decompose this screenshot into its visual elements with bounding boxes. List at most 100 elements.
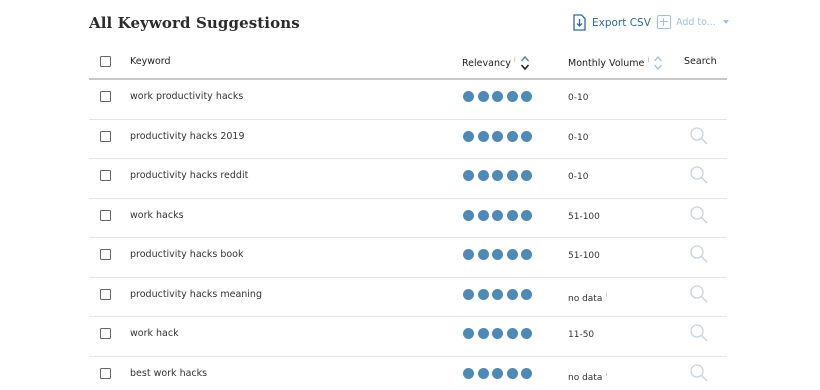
relevancy-rating xyxy=(463,91,532,102)
relevancy-dot xyxy=(521,130,532,142)
relevancy-dot xyxy=(521,288,532,300)
relevancy-dot xyxy=(521,249,532,260)
monthly-volume-value: 51-100 xyxy=(568,251,600,261)
search-icon[interactable] xyxy=(689,244,709,264)
relevancy-rating xyxy=(463,130,532,142)
export-csv-button[interactable]: Export CSV xyxy=(573,14,651,31)
monthly-volume-info-icon[interactable]: i xyxy=(647,56,649,64)
relevancy-dot xyxy=(477,288,489,300)
keyword-text: best work hacks xyxy=(130,367,208,379)
relevancy-info-icon[interactable]: i xyxy=(514,56,516,64)
relevancy-dot xyxy=(506,209,518,221)
row-checkbox[interactable] xyxy=(100,249,111,260)
keyword-text: productivity hacks 2019 xyxy=(130,130,245,142)
relevancy-dot xyxy=(506,130,518,142)
export-csv-label: Export CSV xyxy=(592,16,651,29)
search-icon[interactable] xyxy=(689,323,709,343)
relevancy-dot xyxy=(477,249,489,260)
relevancy-rating xyxy=(463,367,532,379)
column-header-monthly-volume[interactable]: Monthly Volume i xyxy=(568,56,649,69)
volume-text: 11-50 xyxy=(568,330,595,340)
relevancy-dot xyxy=(477,170,489,181)
relevancy-dot xyxy=(477,328,489,339)
table-row: productivity hacks reddit 0-10 xyxy=(89,159,727,199)
add-to-dropdown[interactable]: Add to... xyxy=(657,15,729,29)
search-icon[interactable] xyxy=(689,126,709,146)
search-icon[interactable] xyxy=(689,363,709,383)
volume-text: 0-10 xyxy=(568,93,589,103)
relevancy-dot xyxy=(463,328,474,339)
table-row: work productivity hacks 0-10 xyxy=(89,80,727,120)
relevancy-dot xyxy=(463,91,474,102)
relevancy-dot xyxy=(477,91,489,102)
relevancy-dot xyxy=(463,367,474,379)
relevancy-dot xyxy=(506,288,518,300)
relevancy-rating xyxy=(463,170,532,181)
volume-text: no data xyxy=(568,372,603,383)
monthly-volume-label: Monthly Volume xyxy=(568,58,645,70)
row-checkbox[interactable] xyxy=(100,130,111,142)
monthly-volume-value: 0-10 xyxy=(568,93,588,103)
relevancy-dot xyxy=(463,288,474,300)
monthly-volume-value: 0-10 xyxy=(568,133,588,143)
relevancy-dot xyxy=(463,209,474,221)
relevancy-dot xyxy=(477,130,489,142)
table-row: best work hacks no data i xyxy=(89,357,727,390)
column-header-search: Search xyxy=(684,56,717,67)
volume-info-icon[interactable]: i xyxy=(605,370,607,378)
row-checkbox[interactable] xyxy=(100,91,111,102)
row-checkbox[interactable] xyxy=(100,209,111,221)
table-row: work hack 11-50 xyxy=(89,317,727,357)
relevancy-dot xyxy=(477,367,489,379)
monthly-volume-sort-icon[interactable] xyxy=(653,55,663,71)
table-row: productivity hacks meaning no data i xyxy=(89,278,727,317)
relevancy-dot xyxy=(506,170,518,181)
table-row: productivity hacks book 51-100 xyxy=(89,238,727,278)
volume-text: 51-100 xyxy=(568,251,600,261)
relevancy-dot xyxy=(492,170,503,181)
table-row: productivity hacks 2019 0-10 xyxy=(89,120,727,159)
relevancy-dot xyxy=(521,91,532,102)
volume-info-icon[interactable]: i xyxy=(605,291,607,299)
relevancy-dot xyxy=(463,249,474,260)
relevancy-dot xyxy=(463,170,474,181)
search-icon[interactable] xyxy=(689,284,709,304)
search-icon[interactable] xyxy=(689,165,709,185)
row-checkbox[interactable] xyxy=(100,367,111,379)
relevancy-dot xyxy=(492,328,503,339)
relevancy-dot xyxy=(506,328,518,339)
relevancy-rating xyxy=(463,249,532,260)
relevancy-dot xyxy=(477,209,489,221)
volume-text: no data xyxy=(568,293,603,304)
monthly-volume-value: 11-50 xyxy=(568,330,594,340)
add-to-label: Add to... xyxy=(676,16,716,28)
relevancy-rating xyxy=(463,328,532,339)
volume-text: 0-10 xyxy=(568,132,589,143)
search-icon[interactable] xyxy=(689,205,709,225)
relevancy-dot xyxy=(492,367,503,379)
monthly-volume-value: 0-10 xyxy=(568,172,588,182)
keyword-table-body: work productivity hacks 0-10 productivity … xyxy=(89,80,727,390)
page-title: All Keyword Suggestions xyxy=(89,14,300,32)
select-all-checkbox[interactable] xyxy=(100,56,111,67)
keyword-text: productivity hacks book xyxy=(130,249,244,260)
row-checkbox[interactable] xyxy=(100,328,111,339)
column-header-relevancy[interactable]: Relevancy i xyxy=(462,56,516,69)
relevancy-label: Relevancy xyxy=(462,58,511,70)
relevancy-dot xyxy=(506,249,518,260)
relevancy-dot xyxy=(521,209,532,221)
relevancy-dot xyxy=(492,91,503,102)
caret-down-icon xyxy=(722,20,729,24)
keyword-text: productivity hacks meaning xyxy=(130,288,262,300)
relevancy-dot xyxy=(492,209,503,221)
row-checkbox[interactable] xyxy=(100,170,111,181)
keyword-text: work productivity hacks xyxy=(130,91,244,102)
table-row: work hacks 51-100 xyxy=(89,199,727,238)
keyword-text: productivity hacks reddit xyxy=(130,170,249,181)
monthly-volume-value: 51-100 xyxy=(568,212,600,222)
monthly-volume-value: no data i xyxy=(568,291,607,304)
relevancy-dot xyxy=(521,367,532,379)
row-checkbox[interactable] xyxy=(100,288,111,300)
relevancy-sort-icon[interactable] xyxy=(520,55,530,71)
keyword-text: work hacks xyxy=(130,209,184,221)
